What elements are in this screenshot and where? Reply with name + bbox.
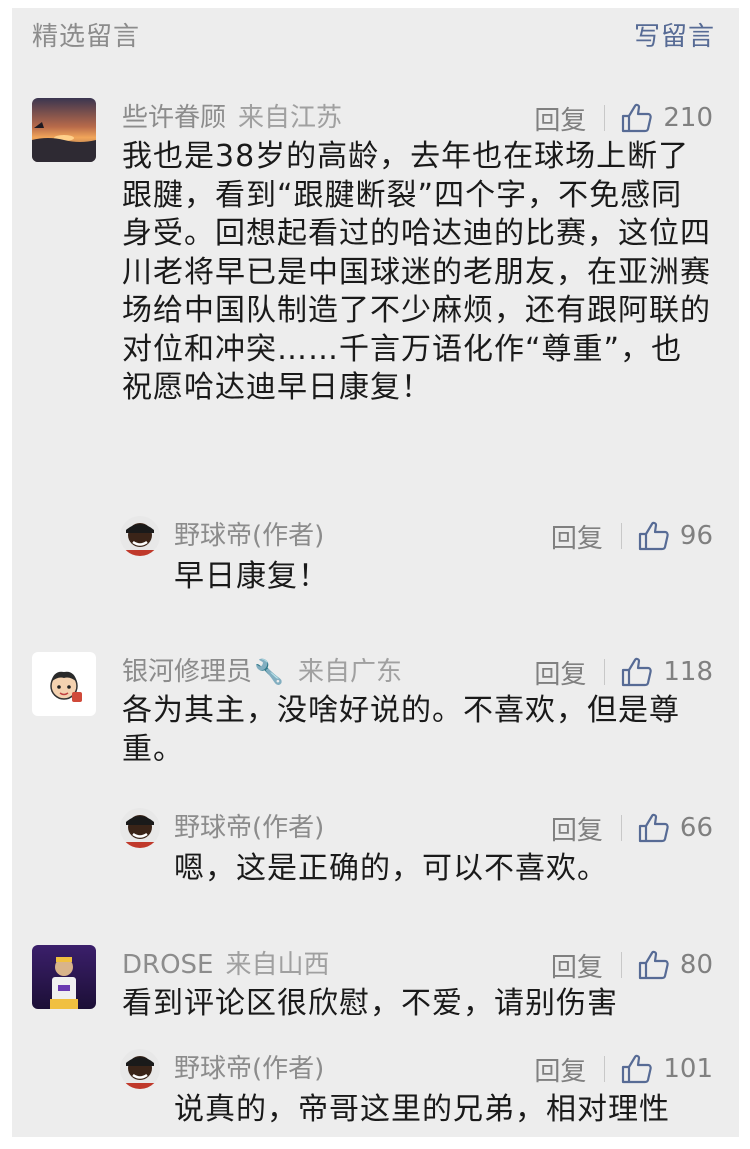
author-avatar[interactable] [120, 808, 160, 848]
thumbs-up-icon [622, 657, 653, 687]
author-avatar[interactable] [120, 516, 160, 556]
reply-button[interactable]: 回复 [534, 1051, 586, 1088]
comment-actions: 回复 210 [534, 98, 713, 138]
reply-text: 说真的，帝哥这里的兄弟，相对理性 [174, 1092, 670, 1127]
location-label: 来自广东 [298, 657, 403, 687]
divider [604, 1056, 606, 1082]
avatar[interactable] [32, 945, 96, 1009]
like-button[interactable]: 210 [621, 103, 713, 133]
reply-actions: 回复 96 [551, 516, 713, 556]
like-button[interactable]: 80 [638, 950, 713, 980]
location-label: 来自山西 [225, 950, 330, 980]
like-count: 80 [679, 950, 713, 980]
wrench-icon: 🔧 [254, 658, 284, 686]
divider [620, 523, 622, 549]
avatar[interactable] [32, 98, 96, 162]
divider [620, 815, 622, 841]
thumbs-up-icon [622, 103, 653, 133]
avatar[interactable] [32, 652, 96, 716]
comments-panel: 精选留言 写留言 些许眷顾 来自江苏 回复 210 我也是38岁的高龄，去年也在… [12, 8, 739, 1137]
comment-text: 我也是38岁的高龄，去年也在球场上断了跟腱，看到“跟腱断裂”四个字，不免感同身受… [122, 139, 711, 405]
divider [604, 105, 606, 131]
commenter-name[interactable]: 些许眷顾 [122, 103, 226, 133]
divider [604, 659, 606, 685]
section-title: 精选留言 [32, 22, 141, 52]
like-count: 66 [679, 813, 713, 843]
like-button[interactable]: 118 [621, 657, 713, 687]
like-count: 210 [663, 103, 713, 133]
comments-header: 精选留言 写留言 [12, 8, 739, 60]
reply-actions: 回复 101 [534, 1049, 713, 1089]
commenter-name[interactable]: 银河修理员 [122, 657, 252, 687]
thumbs-up-icon [638, 521, 669, 551]
comment-actions: 回复 118 [534, 652, 713, 692]
author-avatar[interactable] [120, 1049, 160, 1089]
author-name[interactable]: 野球帝(作者) [174, 516, 324, 556]
reply-text: 嗯，这是正确的，可以不喜欢。 [174, 851, 608, 886]
reply-button[interactable]: 回复 [534, 654, 586, 691]
thumbs-up-icon [638, 813, 669, 843]
like-button[interactable]: 101 [621, 1054, 713, 1084]
comment-text: 看到评论区很欣慰，不爱，请别伤害 [122, 986, 618, 1021]
commenter-name[interactable]: DROSE [122, 950, 213, 980]
reply-button[interactable]: 回复 [534, 100, 586, 137]
comment-meta: DROSE 来自山西 [122, 945, 330, 985]
like-button[interactable]: 66 [638, 813, 713, 843]
reply-button[interactable]: 回复 [551, 947, 603, 984]
author-name[interactable]: 野球帝(作者) [174, 808, 324, 848]
like-count: 96 [679, 521, 713, 551]
like-count: 118 [663, 657, 713, 687]
write-comment-button[interactable]: 写留言 [634, 16, 715, 53]
location-label: 来自江苏 [238, 103, 343, 133]
author-name[interactable]: 野球帝(作者) [174, 1049, 324, 1089]
reply-actions: 回复 66 [551, 808, 713, 848]
thumbs-up-icon [622, 1054, 653, 1084]
comment-meta: 银河修理员🔧 来自广东 [122, 652, 402, 692]
reply-button[interactable]: 回复 [551, 810, 603, 847]
reply-button[interactable]: 回复 [551, 518, 603, 555]
thumbs-up-icon [638, 950, 669, 980]
comment-text: 各为其主，没啥好说的。不喜欢，但是尊重。 [122, 693, 680, 767]
comment-actions: 回复 80 [551, 945, 713, 985]
reply-text: 早日康复！ [174, 559, 329, 594]
divider [620, 952, 622, 978]
like-count: 101 [663, 1054, 713, 1084]
comment-meta: 些许眷顾 来自江苏 [122, 98, 342, 138]
like-button[interactable]: 96 [638, 521, 713, 551]
